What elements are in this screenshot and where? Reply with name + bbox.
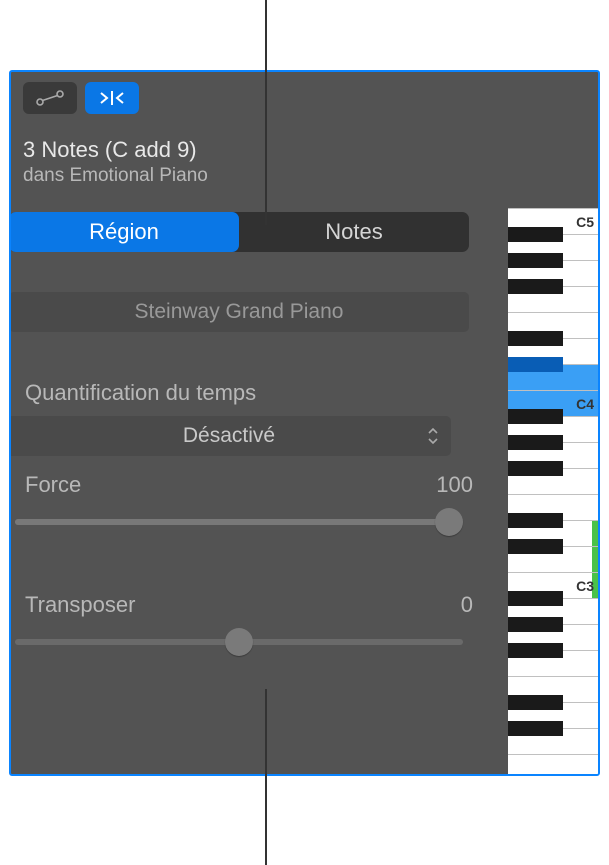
black-key[interactable] <box>508 695 563 710</box>
quantize-label: Quantification du temps <box>25 380 256 406</box>
black-key[interactable] <box>508 539 563 554</box>
catch-tool-button[interactable] <box>85 82 139 114</box>
automation-tool-button[interactable] <box>23 82 77 114</box>
toolbar <box>23 82 139 114</box>
quantize-value: Désactivé <box>183 424 275 448</box>
instrument-name-field[interactable]: Steinway Grand Piano <box>9 292 469 332</box>
transpose-label: Transposer <box>25 592 135 618</box>
inspector-panel: 3 Notes (C add 9) dans Emotional Piano R… <box>9 70 600 776</box>
key-label-c5: C5 <box>576 214 594 230</box>
quantize-dropdown[interactable]: Désactivé <box>9 416 451 456</box>
piano-keyboard[interactable]: C5 C4 C3 <box>508 208 598 774</box>
tab-bar: Région Notes <box>9 212 469 252</box>
transpose-slider[interactable] <box>15 628 463 656</box>
title-block: 3 Notes (C add 9) dans Emotional Piano <box>23 137 208 187</box>
black-key[interactable] <box>508 409 563 424</box>
black-key[interactable] <box>508 643 563 658</box>
automation-icon <box>35 89 65 107</box>
black-key[interactable] <box>508 331 563 346</box>
transpose-slider-thumb[interactable] <box>225 628 253 656</box>
force-slider-fill <box>15 519 463 525</box>
black-key[interactable] <box>508 253 563 268</box>
instrument-name-label: Steinway Grand Piano <box>135 300 344 324</box>
force-slider[interactable] <box>15 508 463 536</box>
callout-line-top <box>265 0 267 225</box>
black-key[interactable] <box>508 513 563 528</box>
transpose-param: Transposer 0 <box>25 592 473 656</box>
tab-notes[interactable]: Notes <box>239 212 469 252</box>
catch-icon <box>97 89 127 107</box>
force-param: Force 100 <box>25 472 473 536</box>
key-label-c4: C4 <box>576 396 594 412</box>
force-slider-thumb[interactable] <box>435 508 463 536</box>
black-key[interactable] <box>508 279 563 294</box>
key-label-c3: C3 <box>576 578 594 594</box>
callout-line-bottom <box>265 689 267 865</box>
black-key[interactable] <box>508 461 563 476</box>
black-key[interactable] <box>508 227 563 242</box>
selection-subtitle: dans Emotional Piano <box>23 165 208 187</box>
black-key[interactable] <box>508 435 563 450</box>
black-key-selected[interactable] <box>508 357 563 372</box>
black-key[interactable] <box>508 617 563 632</box>
black-key[interactable] <box>508 721 563 736</box>
force-label: Force <box>25 472 81 498</box>
transpose-value: 0 <box>461 592 473 618</box>
force-value: 100 <box>436 472 473 498</box>
selection-title: 3 Notes (C add 9) <box>23 137 208 163</box>
chevron-updown-icon <box>427 426 439 446</box>
quantize-section: Quantification du temps Désactivé <box>25 380 473 456</box>
black-key[interactable] <box>508 591 563 606</box>
white-key[interactable] <box>508 754 598 776</box>
tab-region[interactable]: Région <box>9 212 239 252</box>
